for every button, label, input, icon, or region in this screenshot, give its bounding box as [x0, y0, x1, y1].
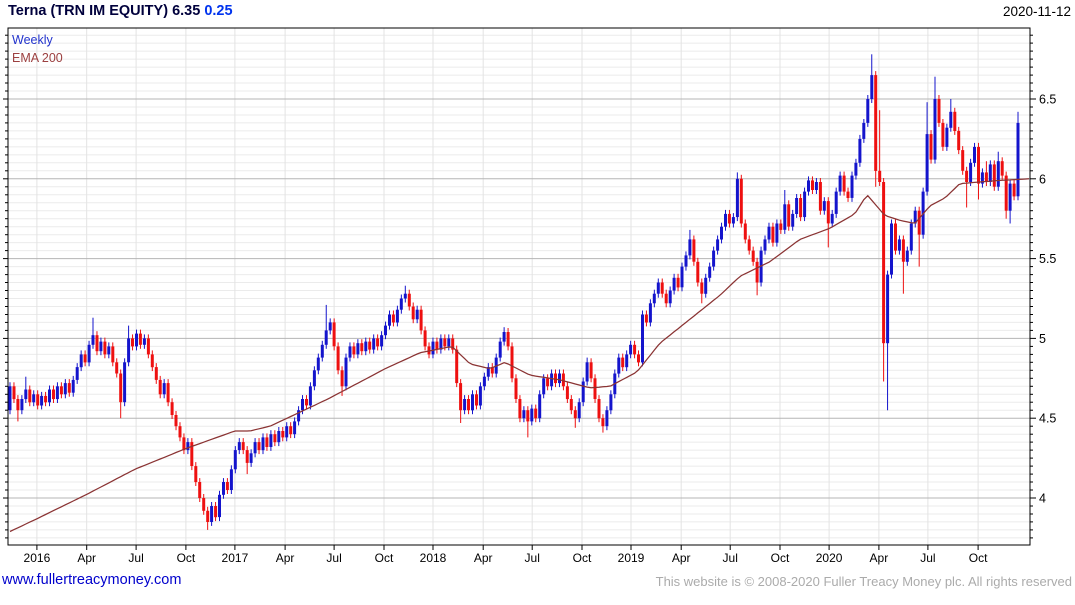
- x-axis-label: 2016: [24, 551, 51, 565]
- axis-labels: 4 4.5 5 5.5 6 6.5 2016 Apr Jul Oct 2017 Apr Jul Oct 20…: [24, 93, 1057, 566]
- price-chart: 4 4.5 5 5.5 6 6.5 2016 Apr Jul Oct 2017 Apr Jul Oct 20…: [0, 0, 1075, 600]
- last-price: 6.35: [172, 3, 201, 19]
- x-axis-label: Apr: [870, 551, 889, 565]
- x-axis-label: 2017: [222, 551, 249, 565]
- price-change: 0.25: [204, 3, 233, 19]
- page-title: Terna (TRN IM EQUITY) 6.35 0.25: [8, 3, 233, 19]
- x-axis-label: 2019: [618, 551, 645, 565]
- x-axis-label: Oct: [177, 551, 196, 565]
- x-axis-label: Jul: [723, 551, 738, 565]
- y-axis-label: 4: [1039, 492, 1046, 506]
- x-axis-label: Oct: [573, 551, 592, 565]
- y-axis-label: 4.5: [1039, 412, 1056, 426]
- x-axis-label: Oct: [375, 551, 394, 565]
- x-axis-label: Oct: [969, 551, 988, 565]
- y-axis-label: 5: [1039, 332, 1046, 346]
- site-link[interactable]: www.fullertreacymoney.com: [2, 572, 181, 588]
- chart-legend: Weekly EMA 200: [12, 31, 63, 67]
- legend-ema: EMA 200: [12, 51, 63, 65]
- ema-line-group: [9, 178, 1030, 533]
- x-axis-label: Apr: [276, 551, 295, 565]
- x-axis-label: Jul: [920, 551, 935, 565]
- y-axis-label: 6: [1039, 172, 1046, 186]
- x-axis-label: Jul: [128, 551, 143, 565]
- x-axis-label: 2018: [420, 551, 447, 565]
- x-axis-label: 2020: [816, 551, 843, 565]
- x-axis-label: Jul: [525, 551, 540, 565]
- axis-ticks: [3, 34, 1036, 550]
- candlestick-chart-svg: 4 4.5 5 5.5 6 6.5 2016 Apr Jul Oct 2017 Apr Jul Oct 20…: [3, 27, 1057, 566]
- x-axis-label: Oct: [771, 551, 790, 565]
- copyright-text: This website is © 2008-2020 Fuller Treac…: [655, 574, 1072, 589]
- x-axis-label: Apr: [77, 551, 96, 565]
- instrument-name: Terna (TRN IM EQUITY): [8, 3, 169, 19]
- y-axis-label: 6.5: [1039, 93, 1056, 107]
- x-axis-label: Apr: [474, 551, 493, 565]
- legend-interval: Weekly: [12, 33, 53, 47]
- ema-line: [9, 178, 1030, 533]
- grid-vertical-lines: [36, 28, 979, 545]
- y-axis-label: 5.5: [1039, 252, 1056, 266]
- x-axis-label: Jul: [326, 551, 341, 565]
- x-axis-label: Apr: [672, 551, 691, 565]
- chart-date: 2020-11-12: [1002, 4, 1071, 19]
